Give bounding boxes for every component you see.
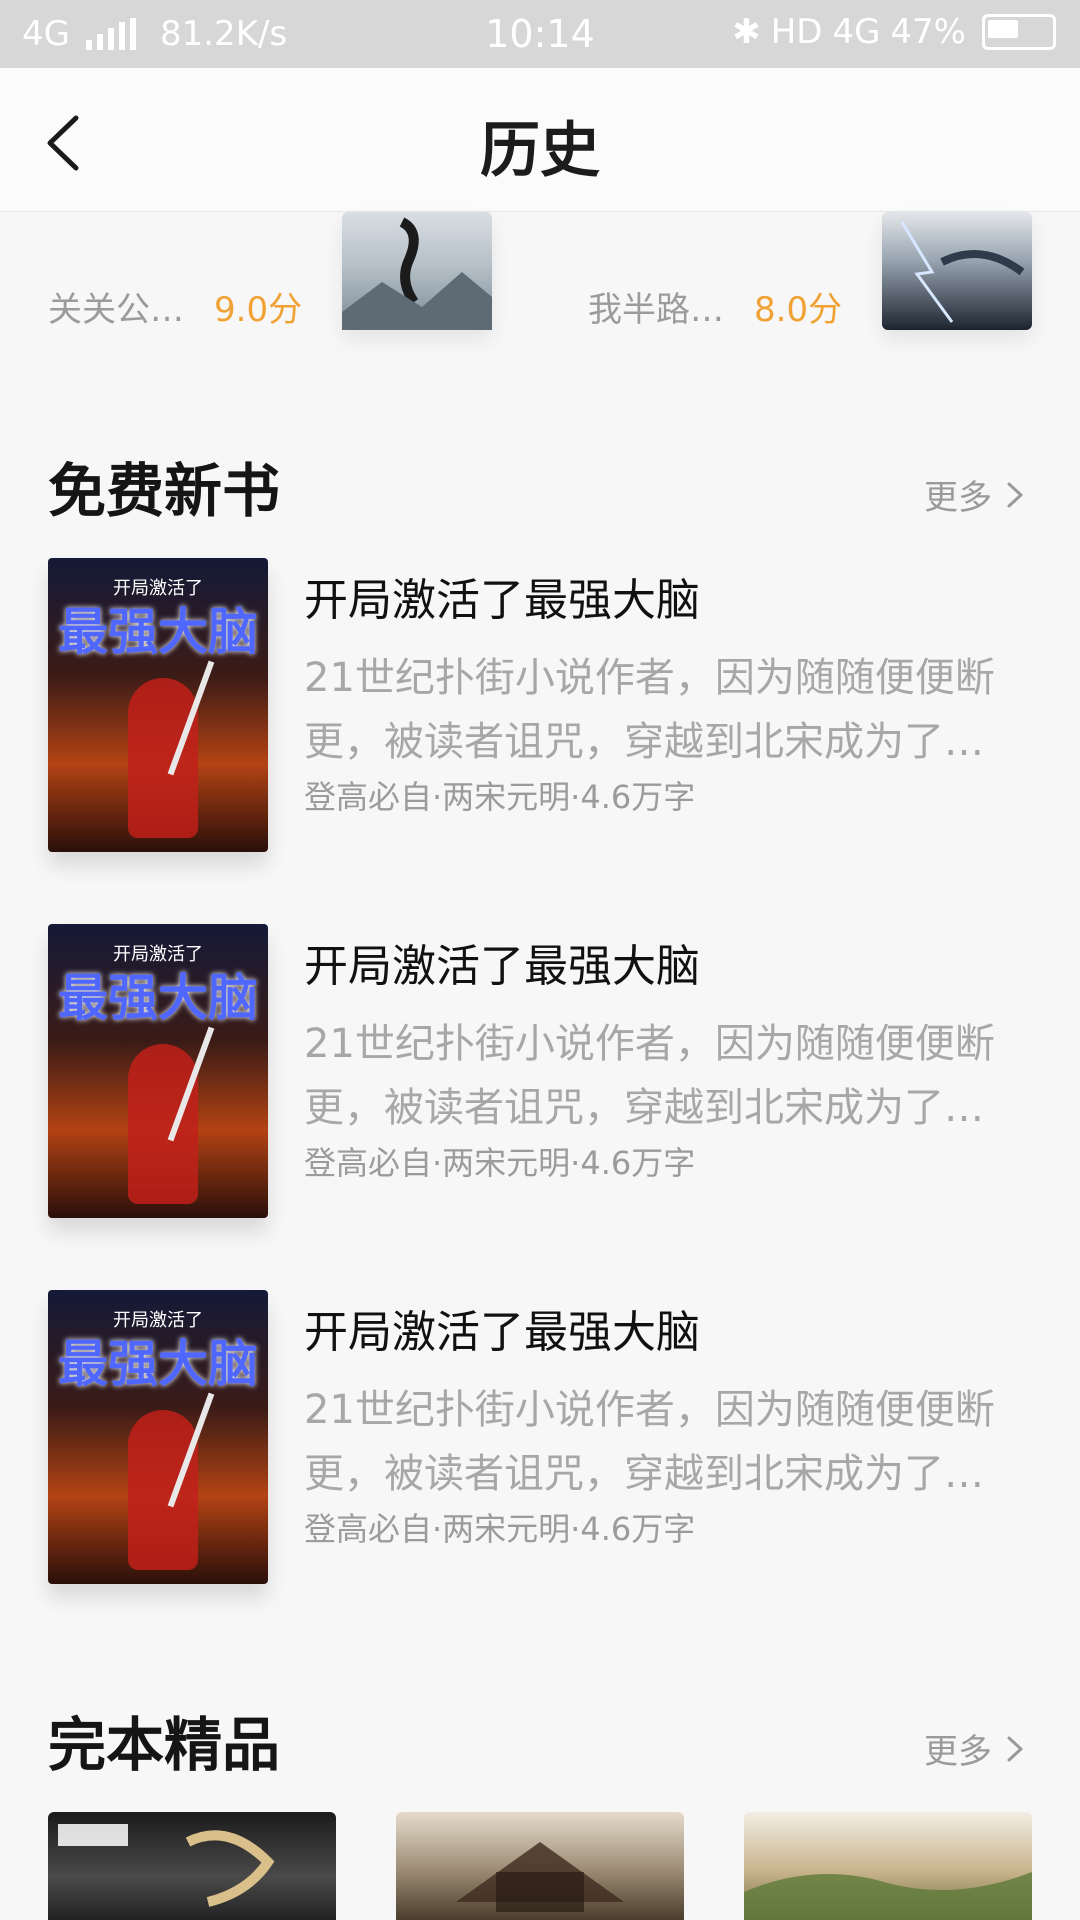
more-link-complete[interactable]: 更多	[924, 1724, 1024, 1773]
book-cover[interactable]	[48, 1812, 336, 1920]
book-description: 21世纪扑街小说作者，因为随随便便断更，被读者诅咒，穿越到北宋成为了…	[304, 655, 995, 765]
cover-figure	[128, 1410, 198, 1570]
book-cover[interactable]: 开局激活了 最强大脑	[48, 924, 268, 1218]
book-score: 8.0分	[754, 290, 843, 330]
book-cover[interactable]: 开局激活了 最强大脑	[48, 558, 268, 852]
hd-label: HD	[770, 12, 823, 52]
book-meta: 登高必自·两宋元明·4.6万字	[304, 1510, 696, 1548]
bluetooth-icon: ✱	[732, 12, 761, 52]
book-list-item[interactable]: 开局激活了 最强大脑 开局激活了最强大脑 21世纪扑街小说作者，因为随随便便断更…	[48, 1290, 1032, 1590]
more-link-free-new[interactable]: 更多	[924, 470, 1024, 519]
book-list-item[interactable]: 开局激活了 最强大脑 开局激活了最强大脑 21世纪扑街小说作者，因为随随便便断更…	[48, 924, 1032, 1224]
book-meta: 关关公… 9.0分	[48, 282, 302, 331]
status-bar: 4G 81.2K/s 10:14 ✱ HD 4G 47%	[0, 0, 1080, 68]
book-title: 开局激活了最强大脑	[304, 575, 700, 626]
book-title: 开局激活了最强大脑	[304, 941, 700, 992]
section-title-free-new: 免费新书	[48, 457, 281, 525]
book-cover[interactable]	[396, 1812, 684, 1920]
page-title: 历史	[480, 116, 600, 186]
status-right: ✱ HD 4G 47%	[732, 12, 1056, 52]
book-title: 开局激活了最强大脑	[304, 1307, 700, 1358]
cover-title: 最强大脑	[58, 602, 258, 661]
more-label: 更多	[924, 1732, 992, 1772]
cover-figure	[128, 678, 198, 838]
book-cover[interactable]	[744, 1812, 1032, 1920]
chevron-right-icon	[1007, 482, 1023, 507]
network-type-right: 4G	[832, 12, 881, 52]
book-meta: 我半路… 8.0分	[588, 282, 842, 331]
book-card[interactable]: 关关公… 9.0分	[48, 212, 508, 332]
book-description: 21世纪扑街小说作者，因为随随便便断更，被读者诅咒，穿越到北宋成为了…	[304, 1021, 995, 1131]
book-meta: 登高必自·两宋元明·4.6万字	[304, 778, 696, 816]
book-cover[interactable]	[342, 212, 492, 330]
app-header: 历史	[0, 68, 1080, 212]
section-title-complete: 完本精品	[48, 1711, 281, 1779]
cover-figure	[128, 1044, 198, 1204]
book-author: 我半路…	[588, 290, 724, 330]
book-description: 21世纪扑街小说作者，因为随随便便断更，被读者诅咒，穿越到北宋成为了…	[304, 1387, 995, 1497]
book-list-item[interactable]: 开局激活了 最强大脑 开局激活了最强大脑 21世纪扑街小说作者，因为随随便便断更…	[48, 558, 1032, 858]
book-score: 9.0分	[214, 290, 303, 330]
cover-title: 最强大脑	[58, 968, 258, 1027]
battery-percent: 47%	[890, 12, 966, 52]
book-cover[interactable]: 开局激活了 最强大脑	[48, 1290, 268, 1584]
book-cover[interactable]	[882, 212, 1032, 330]
book-card[interactable]: 我半路… 8.0分	[588, 212, 1048, 332]
cover-title: 最强大脑	[58, 1334, 258, 1393]
recommend-row: 关关公… 9.0分 我半路… 8.0分	[0, 212, 1080, 342]
battery-icon	[982, 14, 1056, 50]
book-author: 关关公…	[48, 290, 184, 330]
more-label: 更多	[924, 478, 992, 518]
chevron-right-icon	[1007, 1736, 1023, 1761]
book-meta: 登高必自·两宋元明·4.6万字	[304, 1144, 696, 1182]
